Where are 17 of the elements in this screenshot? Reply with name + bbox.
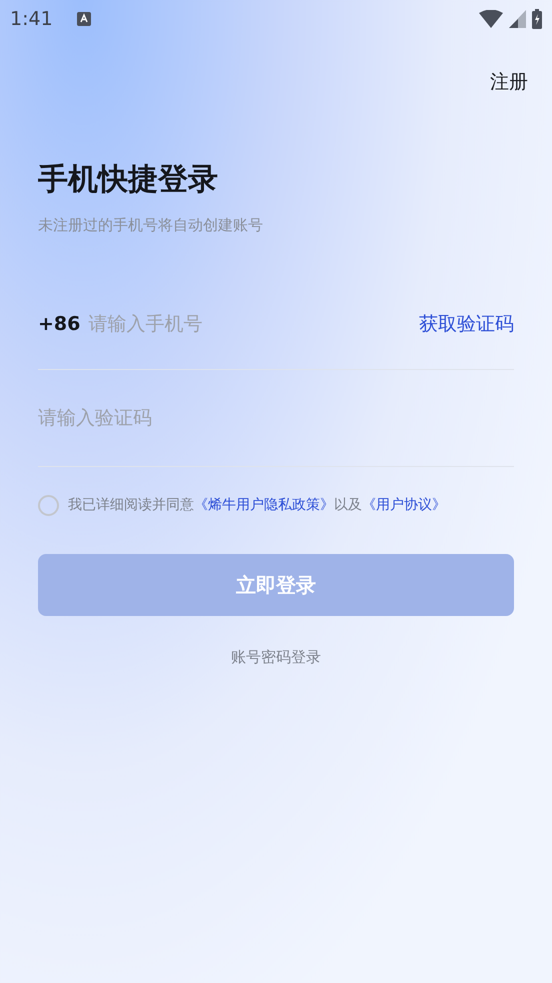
- wifi-icon: [479, 10, 503, 28]
- phone-input-field[interactable]: 请输入手机号: [88, 310, 419, 339]
- register-link[interactable]: 注册: [490, 68, 528, 96]
- agreement-text: 我已详细阅读并同意《烯牛用户隐私政策》以及《用户协议》: [68, 496, 446, 515]
- code-input-field[interactable]: 请输入验证码: [38, 404, 514, 432]
- battery-icon: [532, 9, 542, 29]
- get-code-button[interactable]: 获取验证码: [419, 310, 514, 339]
- page-title: 手机快捷登录: [38, 160, 219, 198]
- country-code: +86: [38, 312, 80, 338]
- status-time: 1:41: [10, 6, 53, 32]
- keyboard-icon: [76, 12, 91, 26]
- signal-icon: [509, 10, 526, 28]
- agreement-checkbox[interactable]: [38, 495, 59, 516]
- policy-link[interactable]: 《用户协议》: [362, 497, 446, 513]
- policy-link[interactable]: 《烯牛用户隐私政策》: [194, 497, 334, 513]
- subtitle: 未注册过的手机号将自动创建账号: [38, 214, 264, 236]
- password-login-link[interactable]: 账号密码登录: [231, 646, 321, 668]
